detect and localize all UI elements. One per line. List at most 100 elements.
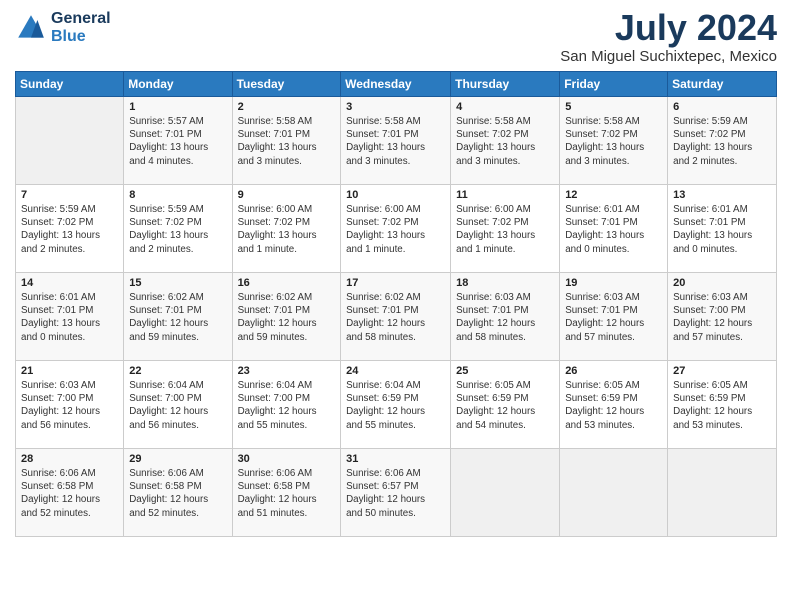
calendar-cell: 17 Sunrise: 6:02 AMSunset: 7:01 PMDayligh…: [341, 273, 451, 361]
calendar-cell: [16, 97, 124, 185]
day-number: 30: [238, 453, 336, 465]
calendar-cell: 3 Sunrise: 5:58 AMSunset: 7:01 PMDaylight…: [341, 97, 451, 185]
day-number: 7: [21, 189, 118, 201]
day-info: Sunrise: 6:03 AMSunset: 7:01 PMDaylight:…: [565, 291, 662, 344]
calendar-cell: 22 Sunrise: 6:04 AMSunset: 7:00 PMDayligh…: [124, 361, 232, 449]
header: General Blue July 2024 San Miguel Suchix…: [15, 10, 777, 65]
calendar-cell: 1Sunrise: 5:57 AMSunset: 7:01 PMDaylight…: [124, 97, 232, 185]
day-number: 28: [21, 453, 118, 465]
title-block: July 2024 San Miguel Suchixtepec, Mexico: [560, 10, 777, 65]
day-number: 2: [238, 101, 336, 113]
day-info: Sunrise: 6:01 AMSunset: 7:01 PMDaylight:…: [21, 291, 118, 344]
day-number: 23: [238, 365, 336, 377]
day-number: 25: [456, 365, 554, 377]
calendar-cell: 8 Sunrise: 5:59 AMSunset: 7:02 PMDaylight…: [124, 185, 232, 273]
calendar-header-row: Sunday Monday Tuesday Wednesday Thursday…: [16, 72, 777, 97]
calendar-cell: 6 Sunrise: 5:59 AMSunset: 7:02 PMDaylight…: [668, 97, 777, 185]
day-number: 5: [565, 101, 662, 113]
day-info: Sunrise: 6:06 AMSunset: 6:58 PMDaylight:…: [129, 467, 226, 520]
calendar-cell: [668, 449, 777, 537]
main-title: July 2024: [560, 10, 777, 46]
day-number: 17: [346, 277, 445, 289]
calendar-cell: 19Sunrise: 6:03 AMSunset: 7:01 PMDayligh…: [560, 273, 668, 361]
calendar-cell: 11 Sunrise: 6:00 AMSunset: 7:02 PMDayligh…: [451, 185, 560, 273]
day-info: Sunrise: 6:02 AMSunset: 7:01 PMDaylight:…: [129, 291, 226, 344]
calendar-cell: 18 Sunrise: 6:03 AMSunset: 7:01 PMDayligh…: [451, 273, 560, 361]
calendar-cell: 14 Sunrise: 6:01 AMSunset: 7:01 PMDayligh…: [16, 273, 124, 361]
col-thursday: Thursday: [451, 72, 560, 97]
calendar-cell: 13Sunrise: 6:01 AMSunset: 7:01 PMDayligh…: [668, 185, 777, 273]
calendar-cell: 24Sunrise: 6:04 AMSunset: 6:59 PMDayligh…: [341, 361, 451, 449]
logo-text: General Blue: [51, 10, 111, 46]
day-info: Sunrise: 6:03 AMSunset: 7:01 PMDaylight:…: [456, 291, 554, 344]
day-number: 27: [673, 365, 771, 377]
day-number: 12: [565, 189, 662, 201]
calendar-cell: 27 Sunrise: 6:05 AMSunset: 6:59 PMDayligh…: [668, 361, 777, 449]
calendar-cell: 10 Sunrise: 6:00 AMSunset: 7:02 PMDayligh…: [341, 185, 451, 273]
col-friday: Friday: [560, 72, 668, 97]
day-info: Sunrise: 6:05 AMSunset: 6:59 PMDaylight:…: [673, 379, 771, 432]
day-info: Sunrise: 6:01 AMSunset: 7:01 PMDaylight:…: [673, 203, 771, 256]
day-number: 24: [346, 365, 445, 377]
day-number: 6: [673, 101, 771, 113]
day-info: Sunrise: 6:06 AMSunset: 6:57 PMDaylight:…: [346, 467, 445, 520]
day-number: 20: [673, 277, 771, 289]
day-number: 3: [346, 101, 445, 113]
page-container: General Blue July 2024 San Miguel Suchix…: [0, 0, 792, 547]
day-number: 21: [21, 365, 118, 377]
day-info: Sunrise: 5:59 AMSunset: 7:02 PMDaylight:…: [673, 115, 771, 168]
calendar-cell: 25 Sunrise: 6:05 AMSunset: 6:59 PMDayligh…: [451, 361, 560, 449]
calendar-cell: 28 Sunrise: 6:06 AMSunset: 6:58 PMDayligh…: [16, 449, 124, 537]
day-info: Sunrise: 5:58 AMSunset: 7:02 PMDaylight:…: [565, 115, 662, 168]
day-info: Sunrise: 5:58 AMSunset: 7:01 PMDaylight:…: [238, 115, 336, 168]
calendar-week-4: 21 Sunrise: 6:03 AMSunset: 7:00 PMDayligh…: [16, 361, 777, 449]
day-info: Sunrise: 5:58 AMSunset: 7:02 PMDaylight:…: [456, 115, 554, 168]
day-info: Sunrise: 6:00 AMSunset: 7:02 PMDaylight:…: [456, 203, 554, 256]
day-number: 8: [129, 189, 226, 201]
day-number: 9: [238, 189, 336, 201]
calendar-cell: 31 Sunrise: 6:06 AMSunset: 6:57 PMDayligh…: [341, 449, 451, 537]
col-saturday: Saturday: [668, 72, 777, 97]
calendar-week-5: 28 Sunrise: 6:06 AMSunset: 6:58 PMDayligh…: [16, 449, 777, 537]
day-info: Sunrise: 6:05 AMSunset: 6:59 PMDaylight:…: [565, 379, 662, 432]
day-info: Sunrise: 6:01 AMSunset: 7:01 PMDaylight:…: [565, 203, 662, 256]
calendar-cell: 30 Sunrise: 6:06 AMSunset: 6:58 PMDayligh…: [232, 449, 341, 537]
day-info: Sunrise: 6:06 AMSunset: 6:58 PMDaylight:…: [238, 467, 336, 520]
day-number: 10: [346, 189, 445, 201]
calendar-table: Sunday Monday Tuesday Wednesday Thursday…: [15, 71, 777, 537]
day-info: Sunrise: 6:06 AMSunset: 6:58 PMDaylight:…: [21, 467, 118, 520]
day-number: 29: [129, 453, 226, 465]
day-info: Sunrise: 6:02 AMSunset: 7:01 PMDaylight:…: [346, 291, 445, 344]
day-number: 26: [565, 365, 662, 377]
day-info: Sunrise: 6:02 AMSunset: 7:01 PMDaylight:…: [238, 291, 336, 344]
day-number: 31: [346, 453, 445, 465]
calendar-cell: 7Sunrise: 5:59 AMSunset: 7:02 PMDaylight…: [16, 185, 124, 273]
day-info: Sunrise: 6:00 AMSunset: 7:02 PMDaylight:…: [346, 203, 445, 256]
calendar-cell: 20 Sunrise: 6:03 AMSunset: 7:00 PMDayligh…: [668, 273, 777, 361]
day-info: Sunrise: 6:03 AMSunset: 7:00 PMDaylight:…: [673, 291, 771, 344]
calendar-cell: 26 Sunrise: 6:05 AMSunset: 6:59 PMDayligh…: [560, 361, 668, 449]
calendar-cell: 5 Sunrise: 5:58 AMSunset: 7:02 PMDaylight…: [560, 97, 668, 185]
calendar-cell: 9 Sunrise: 6:00 AMSunset: 7:02 PMDaylight…: [232, 185, 341, 273]
day-info: Sunrise: 6:05 AMSunset: 6:59 PMDaylight:…: [456, 379, 554, 432]
day-info: Sunrise: 6:00 AMSunset: 7:02 PMDaylight:…: [238, 203, 336, 256]
calendar-cell: 21 Sunrise: 6:03 AMSunset: 7:00 PMDayligh…: [16, 361, 124, 449]
col-tuesday: Tuesday: [232, 72, 341, 97]
day-info: Sunrise: 6:04 AMSunset: 7:00 PMDaylight:…: [129, 379, 226, 432]
day-number: 16: [238, 277, 336, 289]
day-number: 18: [456, 277, 554, 289]
calendar-week-3: 14 Sunrise: 6:01 AMSunset: 7:01 PMDayligh…: [16, 273, 777, 361]
day-number: 22: [129, 365, 226, 377]
day-number: 14: [21, 277, 118, 289]
day-number: 11: [456, 189, 554, 201]
day-info: Sunrise: 5:58 AMSunset: 7:01 PMDaylight:…: [346, 115, 445, 168]
calendar-cell: [560, 449, 668, 537]
col-monday: Monday: [124, 72, 232, 97]
day-info: Sunrise: 6:03 AMSunset: 7:00 PMDaylight:…: [21, 379, 118, 432]
day-number: 15: [129, 277, 226, 289]
day-number: 1: [129, 101, 226, 113]
calendar-week-1: 1Sunrise: 5:57 AMSunset: 7:01 PMDaylight…: [16, 97, 777, 185]
day-info: Sunrise: 5:59 AMSunset: 7:02 PMDaylight:…: [129, 203, 226, 256]
col-wednesday: Wednesday: [341, 72, 451, 97]
day-info: Sunrise: 6:04 AMSunset: 7:00 PMDaylight:…: [238, 379, 336, 432]
